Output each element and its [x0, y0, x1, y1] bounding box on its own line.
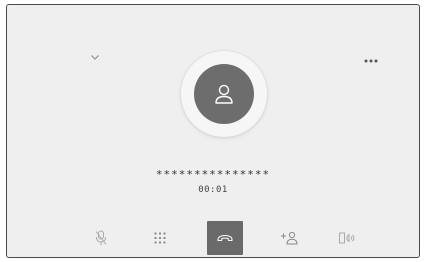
- caller-avatar-ring: [181, 51, 267, 137]
- phone-hangup-icon: [217, 234, 233, 242]
- more-horizontal-icon: [364, 59, 378, 63]
- mute-button[interactable]: [91, 221, 111, 255]
- person-icon: [215, 84, 233, 104]
- call-duration: 00:01: [198, 185, 228, 195]
- end-call-button[interactable]: [207, 221, 243, 255]
- handsfree-button[interactable]: [335, 221, 359, 255]
- phone-speaker-icon: [339, 232, 355, 244]
- more-options-button[interactable]: [359, 53, 383, 69]
- add-person-icon: [281, 231, 298, 245]
- caller-avatar: [194, 64, 254, 124]
- keypad-button[interactable]: [150, 221, 170, 255]
- add-call-button[interactable]: [277, 221, 301, 255]
- call-screen: *************** 00:01: [6, 4, 420, 258]
- caller-number: ***************: [155, 168, 271, 181]
- keypad-icon: [154, 232, 166, 244]
- chevron-down-icon: [91, 54, 99, 60]
- mic-off-icon: [95, 230, 107, 245]
- collapse-button[interactable]: [83, 47, 107, 67]
